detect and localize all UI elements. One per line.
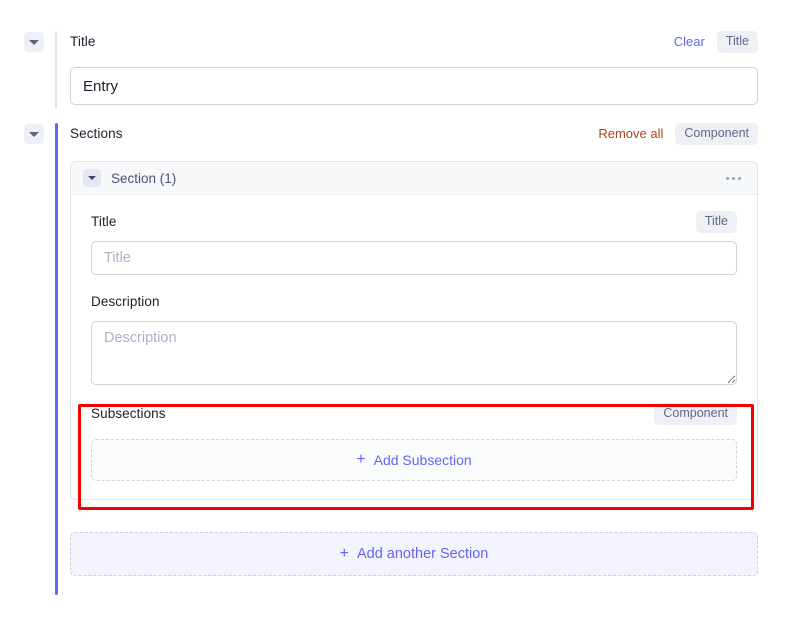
entry-title-input[interactable] [70,67,758,105]
subsections-group: Subsections Component + Add Subsection [91,401,737,481]
entry-group-rail [55,31,57,109]
section-body: Title Title Description [71,195,757,499]
add-subsection-label: Add Subsection [374,452,472,468]
entry-title-group: Title Clear Title [24,31,758,113]
remove-all-link[interactable]: Remove all [598,123,663,145]
sections-group-body: Sections Remove all Component Section (1… [70,123,758,576]
entry-title-type-badge[interactable]: Title [717,31,758,53]
section-title-label-row: Title Title [91,211,737,233]
entry-title-actions: Clear Title [674,31,758,53]
sections-label: Sections [70,123,123,145]
entry-title-label: Title [70,31,96,53]
sections-group-collapse-toggle[interactable] [24,124,44,144]
sections-type-badge[interactable]: Component [675,123,758,145]
section-title-type-badge[interactable]: Title [696,211,737,233]
sections-actions: Remove all Component [598,123,758,145]
section-header: Section (1) [71,162,757,195]
form-builder-page: Title Clear Title Sections Remove all Co… [0,0,792,624]
clear-link[interactable]: Clear [674,31,705,53]
ellipsis-icon[interactable] [724,173,743,184]
plus-icon: + [340,546,349,562]
section-title-input[interactable] [91,241,737,275]
section-description-textarea[interactable] [91,321,737,385]
section-card: Section (1) Title Title [70,161,758,500]
entry-title-label-row: Title Clear Title [70,31,758,53]
sections-label-row: Sections Remove all Component [70,123,758,145]
sections-group: Sections Remove all Component Section (1… [24,123,758,595]
subsections-label-row: Subsections Component [91,403,737,425]
add-another-section-label: Add another Section [357,546,488,562]
subsections-label: Subsections [91,403,166,425]
section-title: Section (1) [111,171,714,186]
section-description-field-label: Description [91,291,160,313]
subsections-type-badge[interactable]: Component [654,403,737,425]
chevron-down-icon [29,132,39,137]
chevron-down-icon [29,40,39,45]
plus-icon: + [356,452,365,468]
sections-group-rail [55,123,58,595]
section-description-label-row: Description [91,291,737,313]
chevron-down-icon [88,176,96,180]
add-another-section-button[interactable]: + Add another Section [70,532,758,576]
add-subsection-button[interactable]: + Add Subsection [91,439,737,481]
section-collapse-toggle[interactable] [83,169,101,187]
entry-group-body: Title Clear Title [70,31,758,105]
entry-group-collapse-toggle[interactable] [24,32,44,52]
section-title-field-label: Title [91,211,117,233]
